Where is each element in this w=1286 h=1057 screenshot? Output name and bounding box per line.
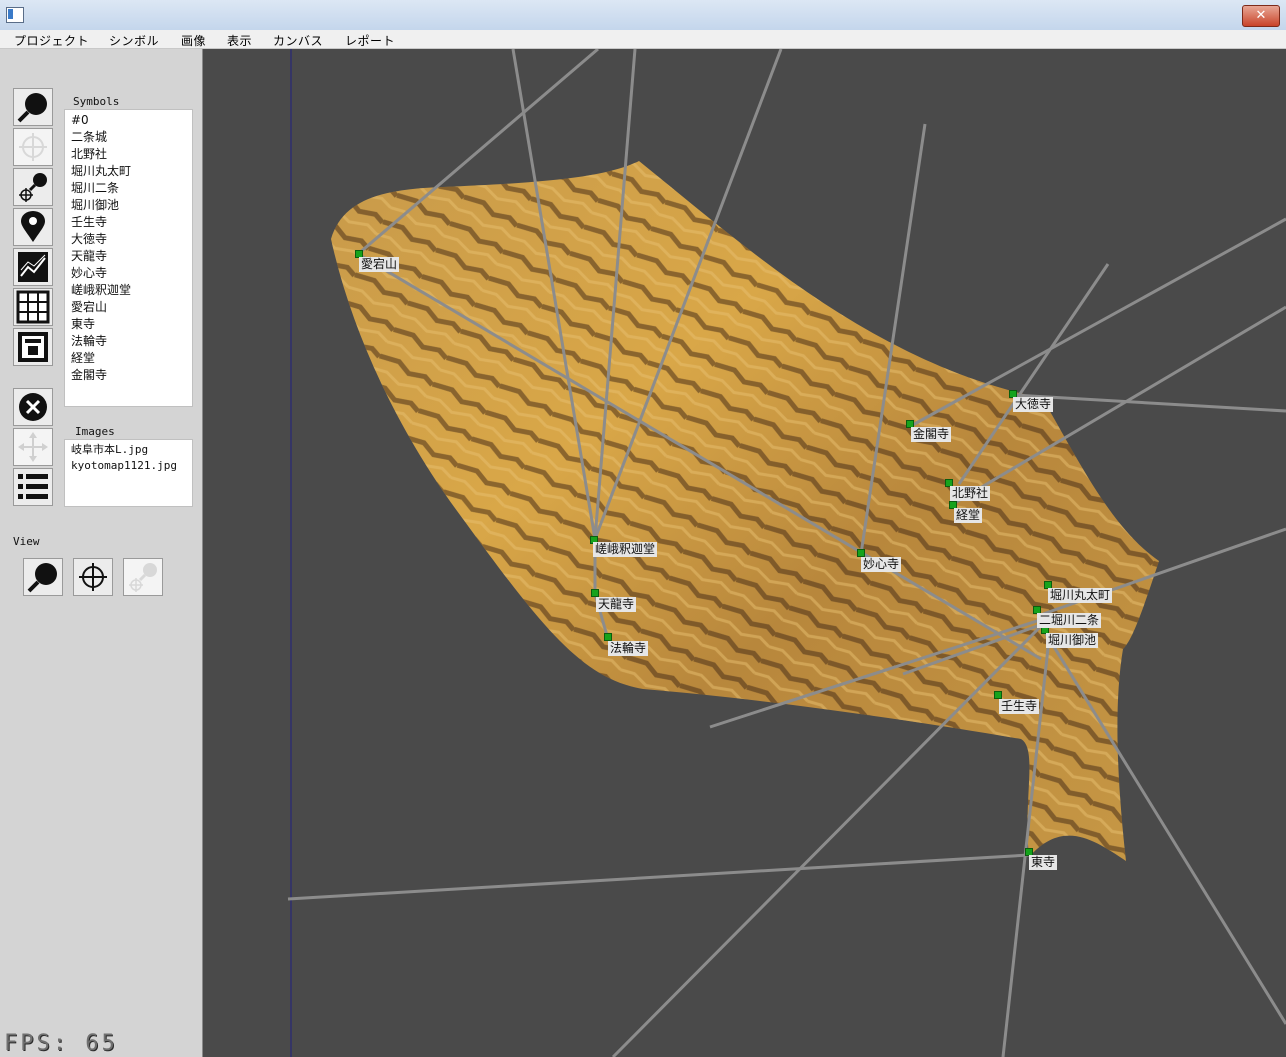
map-label[interactable]: 金閣寺 xyxy=(911,427,952,442)
list-item[interactable]: 天龍寺 xyxy=(71,248,192,265)
menu-image[interactable]: 画像 xyxy=(181,32,206,49)
list-item[interactable]: 壬生寺 xyxy=(71,214,192,231)
layout-icon xyxy=(18,332,48,362)
list-item[interactable]: 経堂 xyxy=(71,350,192,367)
delete-circle-icon xyxy=(19,393,47,421)
list-item[interactable]: 東寺 xyxy=(71,316,192,333)
layout-tool-button[interactable] xyxy=(13,328,53,366)
delete-tool-button[interactable] xyxy=(13,388,53,426)
list-item[interactable]: 北野社 xyxy=(71,146,192,163)
menu-symbol[interactable]: シンボル xyxy=(109,32,159,49)
map-label[interactable]: 北野社 xyxy=(950,486,991,501)
map-label[interactable]: 経堂 xyxy=(954,508,983,523)
magnifier-icon xyxy=(17,93,47,123)
list-item[interactable]: 法輪寺 xyxy=(71,333,192,350)
crosshair-magnifier-icon xyxy=(19,173,47,202)
zoom-select-tool-button[interactable] xyxy=(13,168,53,206)
images-list[interactable]: 岐阜市本L.jpg kyotomap1121.jpg xyxy=(64,439,193,507)
view-center-button[interactable] xyxy=(73,558,113,596)
grid-icon xyxy=(16,290,50,324)
menu-bar: プロジェクト シンボル 画像 表示 カンバス レポート xyxy=(0,30,1286,49)
list-item[interactable]: 大徳寺 xyxy=(71,231,192,248)
map-label[interactable]: 堀川御池 xyxy=(1046,633,1099,648)
map-surface xyxy=(287,49,1286,1057)
symbols-list[interactable]: #0 二条城 北野社 堀川丸太町 堀川二条 堀川御池 壬生寺 大徳寺 天龍寺 妙… xyxy=(64,109,193,407)
crosshair-magnifier-icon xyxy=(129,563,157,592)
marker[interactable] xyxy=(591,589,599,597)
map-pin-icon xyxy=(21,211,45,242)
marker[interactable] xyxy=(994,691,1002,699)
map-label[interactable]: 愛宕山 xyxy=(359,257,400,272)
list-item[interactable]: 愛宕山 xyxy=(71,299,192,316)
chart-tool-button[interactable] xyxy=(13,248,53,286)
list-item[interactable]: kyotomap1121.jpg xyxy=(71,458,192,474)
map-label[interactable]: 法輪寺 xyxy=(608,641,649,656)
map-label[interactable]: 東寺 xyxy=(1029,855,1058,870)
map-label[interactable]: 壬生寺 xyxy=(999,699,1040,714)
list-tool-button[interactable] xyxy=(13,468,53,506)
move-tool-button[interactable] xyxy=(13,428,53,466)
images-label: Images xyxy=(75,425,115,438)
sidebar: Symbols #0 二条城 北野社 堀川丸太町 堀川二条 堀川御池 壬生寺 大… xyxy=(0,49,203,1057)
list-item[interactable]: 嵯峨釈迦堂 xyxy=(71,282,192,299)
list-item[interactable]: 二条城 xyxy=(71,129,192,146)
menu-canvas[interactable]: カンバス xyxy=(273,32,323,49)
crosshair-icon xyxy=(79,563,107,591)
list-item[interactable]: 堀川御池 xyxy=(71,197,192,214)
list-item[interactable]: 堀川二条 xyxy=(71,180,192,197)
list-icon xyxy=(18,474,48,499)
list-item[interactable]: 妙心寺 xyxy=(71,265,192,282)
marker[interactable] xyxy=(857,549,865,557)
zoom-tool-button[interactable] xyxy=(13,88,53,126)
map-label[interactable]: 大徳寺 xyxy=(1013,397,1054,412)
view-label: View xyxy=(13,535,40,548)
list-item[interactable]: #0 xyxy=(71,112,192,129)
marker[interactable] xyxy=(604,633,612,641)
list-item[interactable]: 金閣寺 xyxy=(71,367,192,384)
fps-counter: FPS: 65 xyxy=(4,1031,118,1056)
menu-report[interactable]: レポート xyxy=(345,32,395,49)
view-zoom-button[interactable] xyxy=(23,558,63,596)
list-item[interactable]: 堀川丸太町 xyxy=(71,163,192,180)
list-item[interactable]: 岐阜市本L.jpg xyxy=(71,442,192,458)
crosshair-icon xyxy=(19,133,47,161)
symbols-label: Symbols xyxy=(73,95,120,108)
magnifier-icon xyxy=(27,563,57,593)
map-label[interactable]: 堀川丸太町 xyxy=(1048,588,1113,603)
line-chart-icon xyxy=(18,252,48,282)
pin-tool-button[interactable] xyxy=(13,208,53,246)
map-label[interactable]: 妙心寺 xyxy=(861,557,902,572)
map-canvas[interactable]: 愛宕山 大徳寺 金閣寺 北野社 経堂 嵯峨釈迦堂 妙心寺 天龍寺 法輪寺 堀川丸… xyxy=(203,49,1286,1057)
map-label[interactable]: 天龍寺 xyxy=(596,597,637,612)
close-button[interactable]: ✕ xyxy=(1242,5,1280,27)
menu-project[interactable]: プロジェクト xyxy=(14,32,89,49)
map-label[interactable]: 二堀川二条 xyxy=(1037,613,1102,628)
select-tool-button[interactable] xyxy=(13,128,53,166)
grid-tool-button[interactable] xyxy=(13,288,53,326)
view-zoom-select-button[interactable] xyxy=(123,558,163,596)
move-arrows-icon xyxy=(18,432,48,462)
menu-view[interactable]: 表示 xyxy=(227,32,252,49)
title-bar: ✕ xyxy=(0,0,1286,31)
map-label[interactable]: 嵯峨釈迦堂 xyxy=(593,542,658,557)
app-icon xyxy=(6,7,24,23)
